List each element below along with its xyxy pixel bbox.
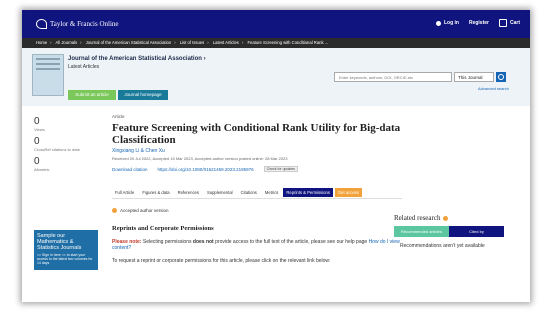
login-label: Log in: [443, 20, 459, 26]
register-label: Register: [468, 20, 489, 26]
tab-reprints[interactable]: Reprints & Permissions: [283, 188, 333, 197]
doi-link[interactable]: https://doi.org/10.1080/01621459.2023.21…: [158, 167, 254, 172]
promo-banner[interactable]: Sample our Mathematics & Statistics Jour…: [34, 230, 98, 270]
request-text: To request a reprint or corporate permis…: [112, 258, 331, 264]
citation-row: Download citation https://doi.org/10.108…: [112, 166, 299, 172]
breadcrumb-separator: ›: [174, 40, 176, 45]
accepted-version-note: Accepted author version: [112, 208, 169, 213]
views-label: Views: [34, 127, 45, 132]
brand-logo[interactable]: Taylor & Francis Online: [36, 19, 119, 29]
views-count: 0: [34, 116, 40, 127]
tab-supplemental[interactable]: Supplemental: [204, 188, 236, 197]
accepted-label: Accepted author version: [120, 208, 169, 213]
article-metrics: 0 Views 0 CrossRef citations to date 0 A…: [34, 116, 94, 176]
promo-subtext: >> Sign in here << to start your access …: [37, 253, 93, 265]
recommendations-empty: Recommendations aren't yet available: [400, 243, 485, 249]
tandf-logo-icon: [36, 19, 47, 29]
cart-icon: [498, 19, 507, 27]
altmetric-count: 0: [34, 156, 40, 167]
article-type: Article: [112, 114, 125, 119]
tab-metrics[interactable]: Metrics: [262, 188, 282, 197]
breadcrumb-current: Feature Screening with Conditional Rank …: [247, 40, 329, 45]
section-heading: Reprints and Corporate Permissions: [112, 225, 214, 232]
breadcrumb-separator: ›: [207, 40, 209, 45]
tab-references[interactable]: References: [175, 188, 202, 197]
breadcrumb-separator: ›: [50, 40, 52, 45]
browser-page: Taylor & Francis Online Log in Register …: [22, 10, 530, 302]
note-text-a: Selecting permissions: [141, 239, 193, 245]
crossref-count: 0: [34, 136, 40, 147]
related-heading-text: Related research: [394, 214, 441, 222]
related-tabs: Recommended articles Cited by: [394, 226, 504, 237]
tabs-divider: [112, 198, 402, 199]
get-access-button[interactable]: Get access: [334, 188, 362, 197]
advanced-search-link[interactable]: Advanced search: [478, 86, 509, 91]
register-link[interactable]: Register: [469, 20, 489, 26]
journal-homepage-button[interactable]: Journal homepage: [118, 90, 168, 100]
cart-label: Cart: [509, 20, 520, 26]
breadcrumb: Home › All Journals › Journal of the Ameri…: [22, 38, 530, 48]
related-heading: Related research: [394, 214, 504, 222]
check-updates-badge[interactable]: Check for updates: [263, 166, 299, 172]
journal-header: Journal of the American Statistical Asso…: [22, 48, 530, 106]
breadcrumb-issues[interactable]: List of Issues: [180, 40, 204, 45]
tab-cited-by[interactable]: Cited by: [449, 226, 504, 237]
altmetric-label: Altmetric: [34, 167, 50, 172]
login-link[interactable]: Log in: [435, 20, 459, 26]
breadcrumb-latest[interactable]: Latest Articles: [213, 40, 239, 45]
brand-name: Taylor & Francis Online: [50, 20, 119, 28]
tab-figures[interactable]: Figures & data: [139, 188, 172, 197]
article-dates: Received 20 Jul 2022, Accepted 15 Mar 20…: [112, 156, 288, 161]
permissions-note: Please note: Selecting permissions does …: [112, 239, 402, 251]
tab-full-article[interactable]: Full Article: [112, 188, 137, 197]
article-title: Feature Screening with Conditional Rank …: [112, 122, 401, 146]
info-icon: [443, 215, 449, 221]
download-citation-link[interactable]: Download citation: [112, 167, 148, 172]
related-research-panel: Related research Recommended articles Ci…: [394, 214, 504, 249]
info-icon: [112, 208, 117, 213]
promo-headline: Sample our Mathematics & Statistics Jour…: [37, 233, 82, 251]
search-input[interactable]: Enter keywords, authors, DOI, ORCID etc: [334, 72, 452, 82]
article-authors[interactable]: Xingxiang Li & Chen Xu: [112, 148, 165, 154]
note-bold: does not: [192, 239, 214, 245]
top-navigation-bar: Taylor & Francis Online Log in Register …: [22, 10, 530, 38]
breadcrumb-all-journals[interactable]: All Journals: [56, 40, 78, 45]
account-links: Log in Register Cart: [435, 19, 520, 27]
note-text-b: provide access to the full text of the a…: [213, 239, 369, 245]
submit-article-button[interactable]: Submit an article: [68, 90, 116, 100]
journal-cover-image[interactable]: [32, 54, 64, 96]
search-scope-select[interactable]: This Journal: [454, 72, 494, 82]
article-tabs: Full Article Figures & data References S…: [112, 188, 362, 197]
journal-title-link[interactable]: Journal of the American Statistical Asso…: [68, 56, 206, 62]
tab-citations[interactable]: Citations: [238, 188, 260, 197]
breadcrumb-home[interactable]: Home: [36, 40, 47, 45]
tab-recommended[interactable]: Recommended articles: [394, 226, 449, 237]
breadcrumb-journal[interactable]: Journal of the American Statistical Asso…: [86, 40, 171, 45]
breadcrumb-separator: ›: [80, 40, 82, 45]
search-button[interactable]: [496, 72, 506, 82]
crossref-label: CrossRef citations to date: [34, 147, 80, 152]
cart-link[interactable]: Cart: [498, 19, 520, 27]
latest-articles-label: Latest Articles: [68, 64, 100, 70]
breadcrumb-separator: ›: [241, 40, 244, 45]
user-icon: [435, 20, 441, 26]
